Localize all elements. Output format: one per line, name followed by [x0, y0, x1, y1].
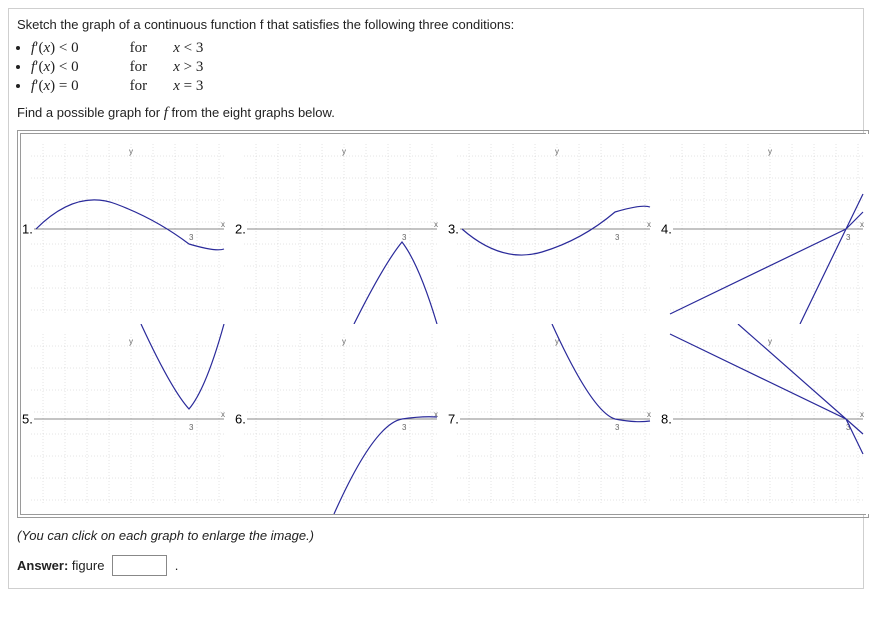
- svg-text:3: 3: [846, 233, 851, 242]
- svg-text:y: y: [129, 147, 133, 156]
- graph-number: 8.: [660, 412, 673, 427]
- graph-option-3[interactable]: 3. y x 3: [447, 134, 660, 324]
- graph-number: 5.: [21, 412, 34, 427]
- prompt-text: Sketch the graph of a continuous functio…: [17, 17, 855, 32]
- svg-text:y: y: [768, 147, 772, 156]
- svg-text:x: x: [434, 410, 438, 419]
- graph-option-5[interactable]: 5. y x 3: [21, 324, 234, 514]
- find-text: Find a possible graph for f from the eig…: [17, 105, 855, 122]
- svg-text:y: y: [555, 147, 559, 156]
- graph-option-8[interactable]: 8. y x 3: [660, 324, 872, 514]
- graph-option-1[interactable]: 1. y x 3: [21, 134, 234, 324]
- svg-text:y: y: [129, 337, 133, 346]
- graph-number: 7.: [447, 412, 460, 427]
- svg-text:x: x: [221, 220, 225, 229]
- svg-text:3: 3: [615, 233, 620, 242]
- svg-text:x: x: [434, 220, 438, 229]
- svg-text:x: x: [860, 410, 864, 419]
- conditions-list: f′(x) < 0 for x < 3 f′(x) < 0 for x > 3 …: [31, 40, 855, 95]
- svg-text:3: 3: [402, 233, 407, 242]
- graph-number: 3.: [447, 222, 460, 237]
- svg-text:y: y: [768, 337, 772, 346]
- condition-item: f′(x) < 0 for x > 3: [31, 59, 855, 76]
- svg-text:3: 3: [615, 423, 620, 432]
- enlarge-hint: (You can click on each graph to enlarge …: [17, 528, 855, 543]
- graphs-grid: 1. y x 3 2.: [17, 130, 869, 518]
- svg-text:x: x: [860, 220, 864, 229]
- graph-number: 4.: [660, 222, 673, 237]
- condition-item: f′(x) = 0 for x = 3: [31, 78, 855, 95]
- graph-number: 2.: [234, 222, 247, 237]
- answer-period: .: [175, 558, 179, 573]
- svg-text:3: 3: [189, 423, 194, 432]
- graph-option-7[interactable]: 7. y x 3: [447, 324, 660, 514]
- graph-number: 1.: [21, 222, 34, 237]
- graph-option-2[interactable]: 2. y x 3: [234, 134, 447, 324]
- graph-option-4[interactable]: 4. y x 3: [660, 134, 872, 324]
- graph-option-6[interactable]: 6. y x 3: [234, 324, 447, 514]
- answer-input[interactable]: [112, 555, 167, 576]
- question-container: Sketch the graph of a continuous functio…: [8, 8, 864, 589]
- answer-word: figure: [72, 558, 105, 573]
- answer-row: Answer: figure .: [17, 555, 855, 576]
- svg-text:x: x: [647, 410, 651, 419]
- svg-text:3: 3: [189, 233, 194, 242]
- svg-text:x: x: [221, 410, 225, 419]
- svg-text:y: y: [342, 147, 346, 156]
- condition-item: f′(x) < 0 for x < 3: [31, 40, 855, 57]
- svg-text:x: x: [647, 220, 651, 229]
- svg-text:y: y: [342, 337, 346, 346]
- prompt-sentence: Sketch the graph of a continuous functio…: [17, 17, 514, 32]
- svg-text:3: 3: [402, 423, 407, 432]
- graph-number: 6.: [234, 412, 247, 427]
- answer-label: Answer:: [17, 558, 68, 573]
